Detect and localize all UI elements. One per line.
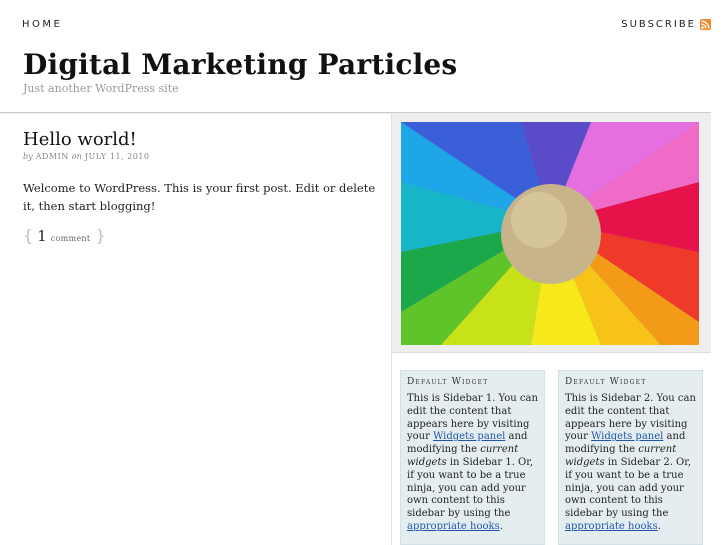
sidebar-widget-1: Default Widget This is Sidebar 1. You ca…	[400, 370, 545, 545]
post-meta-by: by	[23, 152, 33, 161]
widgets-panel-link[interactable]: Widgets panel	[591, 431, 663, 442]
comment-count[interactable]: 1	[37, 227, 47, 245]
nav-home-link[interactable]: HOME	[22, 19, 62, 30]
widget-text-part: .	[499, 520, 503, 532]
post-meta: by admin on July 11, 2010	[23, 152, 150, 161]
appropriate-hooks-link[interactable]: appropriate hooks	[407, 521, 500, 532]
sidebar-widget-2: Default Widget This is Sidebar 2. You ca…	[558, 370, 703, 545]
nav-subscribe-link[interactable]: SUBSCRIBE	[621, 19, 696, 30]
feature-divider	[392, 352, 711, 353]
comment-brace-open: {	[23, 226, 34, 245]
post-author[interactable]: admin	[36, 152, 69, 161]
site-tagline: Just another WordPress site	[23, 82, 179, 95]
post-title-link[interactable]: Hello world!	[23, 129, 137, 150]
post-date: July 11, 2010	[84, 152, 150, 161]
post-body: Welcome to WordPress. This is your first…	[23, 181, 376, 213]
site-title[interactable]: Digital Marketing Particles	[23, 48, 457, 81]
widget-text-part: .	[657, 520, 661, 532]
comment-label[interactable]: comment	[51, 234, 91, 243]
top-navigation: HOME SUBSCRIBE	[0, 0, 727, 48]
colorful-pinwheel-image	[401, 122, 699, 345]
comments-link[interactable]: {1 comment }	[23, 226, 106, 245]
widget-text: This is Sidebar 1. You can edit the cont…	[407, 393, 538, 534]
widget-title: Default Widget	[565, 377, 647, 387]
rss-icon[interactable]	[700, 19, 711, 30]
widget-text: This is Sidebar 2. You can edit the cont…	[565, 393, 696, 534]
widget-title: Default Widget	[407, 377, 489, 387]
widgets-panel-link[interactable]: Widgets panel	[433, 431, 505, 442]
comment-brace-close: }	[95, 226, 106, 245]
appropriate-hooks-link[interactable]: appropriate hooks	[565, 521, 658, 532]
post-meta-on: on	[71, 152, 82, 161]
